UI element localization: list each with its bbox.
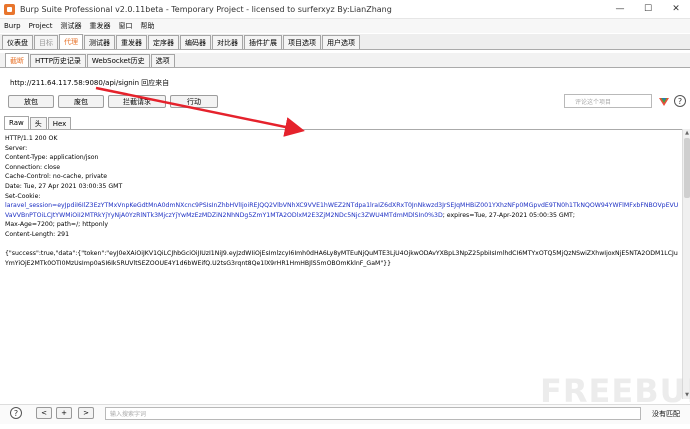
proxy-sub-tabs: 截断 HTTP历史记录 WebSocket历史 选项 [0,53,690,68]
previous-match-button[interactable]: < [36,407,52,419]
main-tabs: 仪表盘 目标 代理 测试器 重发器 定序器 编码器 对比器 插件扩展 项目选项 … [0,34,690,50]
drop-button[interactable]: 废包 [58,95,104,108]
scroll-thumb[interactable] [684,138,690,198]
cookie-line: laravel_session=eyJpdiI6IlZ3EzYTMxVnpKeG… [5,201,681,220]
cookie-name: laravel_session [5,202,53,210]
minimize-button[interactable]: — [606,0,634,19]
tab-intercept[interactable]: 截断 [5,53,29,67]
vertical-scrollbar[interactable]: ▲ ▼ [682,129,690,399]
tab-sequencer[interactable]: 定序器 [148,35,179,49]
tab-http-history[interactable]: HTTP历史记录 [30,54,86,67]
menu-help[interactable]: 帮助 [141,21,155,31]
burp-logo-icon [4,3,15,15]
intercept-toggle-button[interactable]: 拦截请求 [108,95,166,108]
header-connection: Connection: close [5,163,60,171]
tab-websocket-history[interactable]: WebSocket历史 [86,54,150,67]
header-content-type: Content-Type: application/json [5,154,99,162]
header-content-length: Content-Length: 291 [5,230,70,238]
header-max-age: Max-Age=7200; path=/; httponly [5,221,109,229]
cookie-value: =eyJpdiI6IlZ3EzYTMxVnpKeGdtMnA0dmNXcnc9P… [5,202,679,219]
scroll-up-icon[interactable]: ▲ [683,129,690,137]
menu-project[interactable]: Project [29,22,53,30]
action-button[interactable]: 行动 [170,95,218,108]
next-match-button[interactable]: > [78,407,94,419]
tab-intruder[interactable]: 测试器 [84,35,115,49]
search-help-icon[interactable]: ? [10,407,22,419]
intercept-url-suffix: 回应来自 [141,79,170,87]
search-options-button[interactable]: + [56,407,72,419]
status-line: HTTP/1.1 200 OK [5,135,58,142]
header-server: Server: [5,144,28,152]
menu-repeater[interactable]: 重发器 [90,21,111,31]
response-body: {"success":true,"data":{"token":"eyJ0eXA… [5,250,678,267]
close-button[interactable]: ✕ [662,0,690,19]
response-editor[interactable]: HTTP/1.1 200 OK Server: Content-Type: ap… [4,129,682,399]
intercept-target: http://211.64.117.58:9080/api/signin 回应来… [10,77,169,89]
intercept-url: http://211.64.117.58:9080/api/signin [10,79,140,87]
tab-target[interactable]: 目标 [34,35,58,49]
tab-extender[interactable]: 插件扩展 [244,35,282,49]
menu-bar: Burp Project 测试器 重发器 窗口 帮助 [0,19,690,33]
tab-repeater[interactable]: 重发器 [116,35,147,49]
maximize-button[interactable]: ☐ [634,0,662,19]
tab-project-options[interactable]: 项目选项 [283,35,321,49]
search-placeholder: 输入搜索字词 [110,411,147,418]
tab-proxy[interactable]: 代理 [59,34,83,49]
menu-intruder[interactable]: 测试器 [61,21,82,31]
forward-button[interactable]: 放包 [8,95,54,108]
highlight-color-icon[interactable] [659,96,669,106]
tab-raw[interactable]: Raw [4,116,29,129]
tab-dashboard[interactable]: 仪表盘 [2,35,33,49]
comment-placeholder: 评论这个项目 [575,98,612,106]
title-bar: Burp Suite Professional v2.0.11beta - Te… [0,0,690,19]
header-set-cookie: Set-Cookie: [5,192,41,200]
match-count: 没有匹配 [652,410,680,418]
tab-decoder[interactable]: 编码器 [180,35,211,49]
menu-window[interactable]: 窗口 [119,21,133,31]
menu-burp[interactable]: Burp [4,22,21,30]
message-view-tabs: Raw 头 Hex [4,116,72,129]
header-cache-control: Cache-Control: no-cache, private [5,173,108,181]
window-title: Burp Suite Professional v2.0.11beta - Te… [20,4,392,14]
tab-proxy-options[interactable]: 选项 [150,54,175,67]
tab-headers[interactable]: 头 [29,117,47,129]
tab-comparer[interactable]: 对比器 [212,35,243,49]
search-input[interactable]: 输入搜索字词 [105,407,641,420]
tab-user-options[interactable]: 用户选项 [322,35,360,49]
header-date: Date: Tue, 27 Apr 2021 03:00:35 GMT [5,182,123,190]
comment-input[interactable]: 评论这个项目 [564,94,652,108]
cookie-attributes: ; expires=Tue, 27-Apr-2021 05:00:35 GMT; [442,211,575,219]
tab-hex[interactable]: Hex [47,117,72,129]
intercept-toolbar: 放包 废包 拦截请求 行动 评论这个项目 ? [8,94,688,109]
help-icon[interactable]: ? [674,95,686,107]
